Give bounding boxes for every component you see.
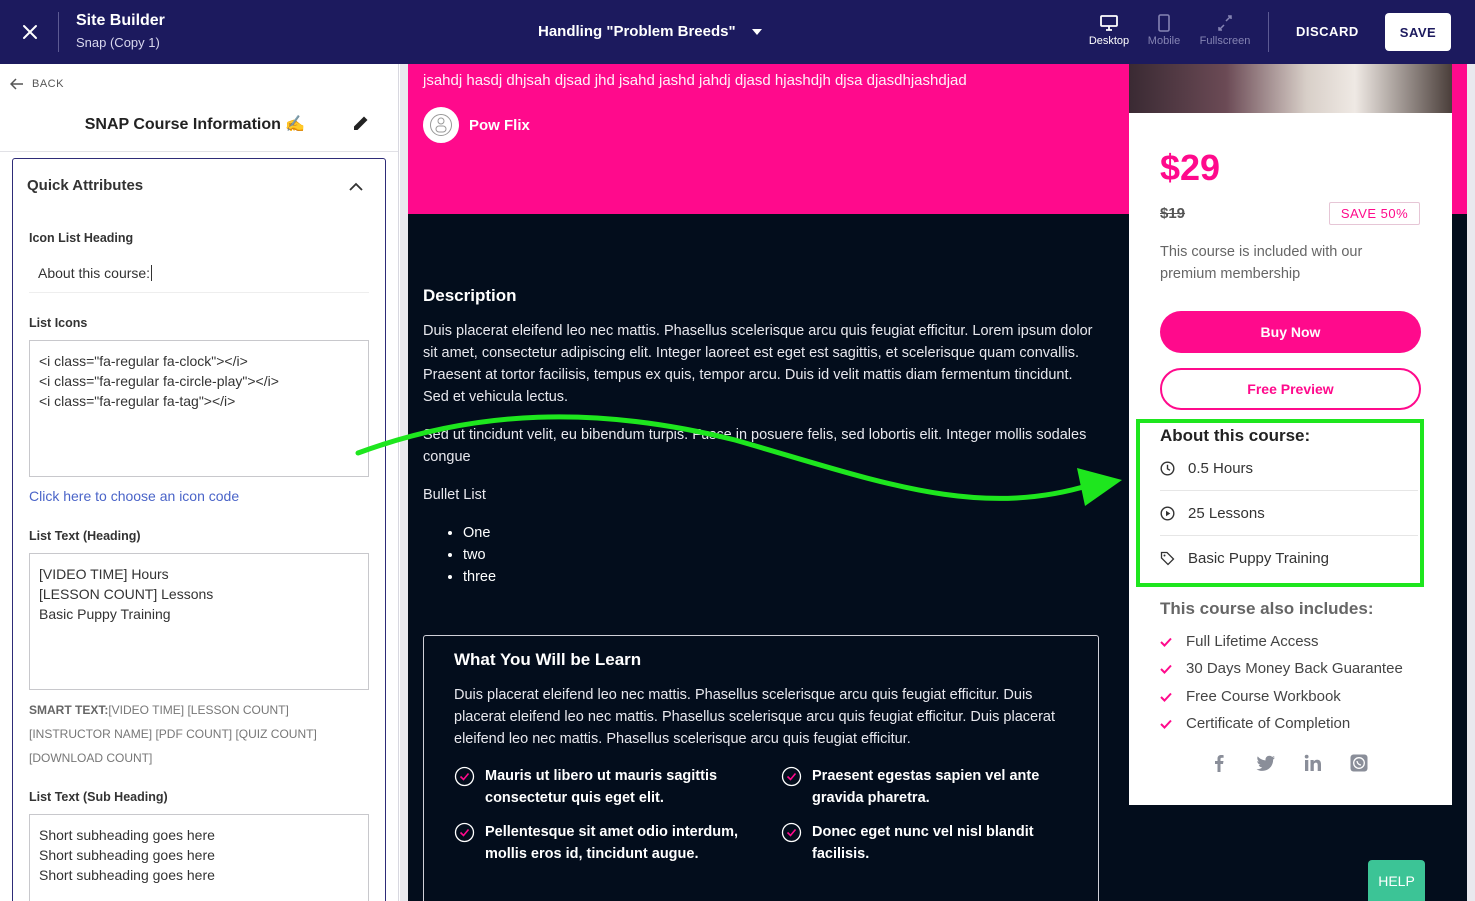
check-icon (1160, 664, 1172, 674)
icon-list-heading-input[interactable]: About this course: (29, 257, 369, 293)
back-link[interactable]: BACK (10, 78, 64, 90)
pencil-icon[interactable] (352, 114, 370, 137)
bullet-list: One two three (463, 522, 496, 588)
quick-attributes-section: Quick Attributes Icon List Heading About… (12, 158, 386, 901)
fullscreen-icon (1218, 15, 1232, 31)
icon-list-heading-value: About this course: (38, 265, 151, 281)
description-heading: Description (423, 286, 517, 305)
highlight-box (1136, 419, 1424, 587)
save-badge: SAVE 50% (1329, 202, 1420, 225)
choose-icon-code-link[interactable]: Click here to choose an icon code (29, 488, 239, 504)
include-item: Full Lifetime Access (1160, 633, 1319, 650)
list-icons-textarea[interactable]: <i class="fa-regular fa-clock"></i> <i c… (29, 340, 369, 477)
list-text-heading-textarea[interactable]: [VIDEO TIME] Hours [LESSON COUNT] Lesson… (29, 553, 369, 690)
device-desktop-label: Desktop (1088, 35, 1130, 47)
also-includes-heading: This course also includes: (1160, 599, 1374, 618)
close-icon[interactable] (18, 20, 42, 44)
avatar (423, 107, 459, 143)
check-circle-icon (781, 822, 802, 843)
device-desktop-button[interactable]: Desktop (1079, 14, 1139, 47)
help-button[interactable]: HELP (1368, 860, 1425, 901)
include-item: Certificate of Completion (1160, 715, 1350, 732)
check-circle-icon (454, 766, 475, 787)
device-fullscreen-button[interactable]: Fullscreen (1195, 14, 1255, 47)
list-text-sub-textarea[interactable]: Short subheading goes here Short subhead… (29, 814, 369, 901)
include-item-text: 30 Days Money Back Guarantee (1186, 660, 1403, 677)
check-icon (1160, 719, 1172, 729)
top-bar: Site Builder Snap (Copy 1) Handling "Pro… (0, 0, 1475, 64)
scrollbar[interactable] (1467, 64, 1475, 901)
device-mobile-button[interactable]: Mobile (1134, 14, 1194, 47)
check-icon (1160, 637, 1172, 647)
social-links (1209, 753, 1369, 773)
divider (58, 12, 59, 52)
include-item-text: Free Course Workbook (1186, 688, 1341, 705)
list-item: three (463, 566, 496, 588)
annotation-arrow (355, 414, 1122, 506)
list-item: two (463, 544, 496, 566)
old-price: $19 (1160, 205, 1186, 222)
include-item: 30 Days Money Back Guarantee (1160, 660, 1403, 677)
mobile-icon (1158, 14, 1170, 32)
discard-button[interactable]: DISCARD (1296, 24, 1359, 39)
include-item: Free Course Workbook (1160, 688, 1341, 705)
author: Pow Flix (423, 107, 530, 143)
save-button[interactable]: SAVE (1385, 13, 1451, 51)
buy-now-button[interactable]: Buy Now (1160, 311, 1421, 353)
list-text-sub-label: List Text (Sub Heading) (29, 790, 168, 804)
check-icon (1160, 692, 1172, 702)
section-title: Quick Attributes (27, 177, 144, 194)
app-subtitle: Snap (Copy 1) (76, 35, 160, 50)
free-preview-button[interactable]: Free Preview (1160, 368, 1421, 410)
list-text-heading-label: List Text (Heading) (29, 529, 141, 543)
learn-item: Donec eget nunc vel nisl blandit facilis… (781, 821, 1071, 865)
app-title: Site Builder (76, 12, 165, 29)
learn-box: What You Will be Learn Duis placerat ele… (423, 635, 1099, 901)
list-icons-label: List Icons (29, 316, 88, 330)
divider (1268, 12, 1269, 52)
course-image (1129, 64, 1452, 113)
twitter-icon[interactable] (1255, 753, 1277, 773)
caret-down-icon (751, 28, 762, 35)
desktop-icon (1100, 15, 1118, 31)
learn-paragraph: Duis placerat eleifend leo nec mattis. P… (454, 687, 1055, 747)
device-mobile-label: Mobile (1147, 35, 1181, 47)
author-name: Pow Flix (469, 116, 530, 134)
panel-title: SNAP Course Information ✍️ (84, 116, 306, 133)
learn-item-text: Mauris ut libero ut mauris sagittis cons… (485, 768, 718, 806)
hero-text: jsahdj hasdj dhjsah djsad jhd jsahd jash… (423, 72, 967, 89)
icon-list-heading-label: Icon List Heading (29, 231, 134, 245)
chevron-up-icon[interactable] (349, 179, 363, 197)
learn-item-text: Praesent egestas sapien vel ante gravida… (812, 768, 1040, 806)
facebook-icon[interactable] (1209, 753, 1229, 773)
smart-text-label: SMART TEXT: (29, 703, 109, 717)
whatsapp-icon[interactable] (1349, 753, 1369, 773)
learn-item-text: Donec eget nunc vel nisl blandit facilis… (812, 824, 1034, 862)
learn-item: Pellentesque sit amet odio interdum, mol… (454, 821, 744, 865)
learn-item: Mauris ut libero ut mauris sagittis cons… (454, 765, 744, 809)
user-icon (430, 114, 452, 136)
learn-heading: What You Will be Learn (454, 650, 642, 669)
smart-text-hint: SMART TEXT:[VIDEO TIME] [LESSON COUNT] [… (29, 698, 369, 770)
linkedin-icon[interactable] (1303, 753, 1323, 773)
membership-note: This course is included with our premium… (1160, 244, 1363, 282)
settings-panel: BACK SNAP Course Information ✍️ Quick At… (0, 64, 399, 901)
check-circle-icon (454, 822, 475, 843)
page-selector-label: Handling "Problem Breeds" (538, 23, 736, 40)
page-selector[interactable]: Handling "Problem Breeds" (538, 23, 762, 40)
divider (0, 151, 398, 152)
include-item-text: Certificate of Completion (1186, 715, 1351, 732)
arrow-left-icon (10, 78, 23, 90)
description-paragraph: Duis placerat eleifend leo nec mattis. P… (423, 323, 1093, 405)
price: $29 (1160, 147, 1221, 188)
learn-item: Praesent egestas sapien vel ante gravida… (781, 765, 1071, 809)
learn-item-text: Pellentesque sit amet odio interdum, mol… (485, 824, 738, 862)
device-fullscreen-label: Fullscreen (1199, 35, 1251, 47)
back-label: BACK (32, 78, 64, 90)
check-circle-icon (781, 766, 802, 787)
include-item-text: Full Lifetime Access (1186, 633, 1319, 650)
